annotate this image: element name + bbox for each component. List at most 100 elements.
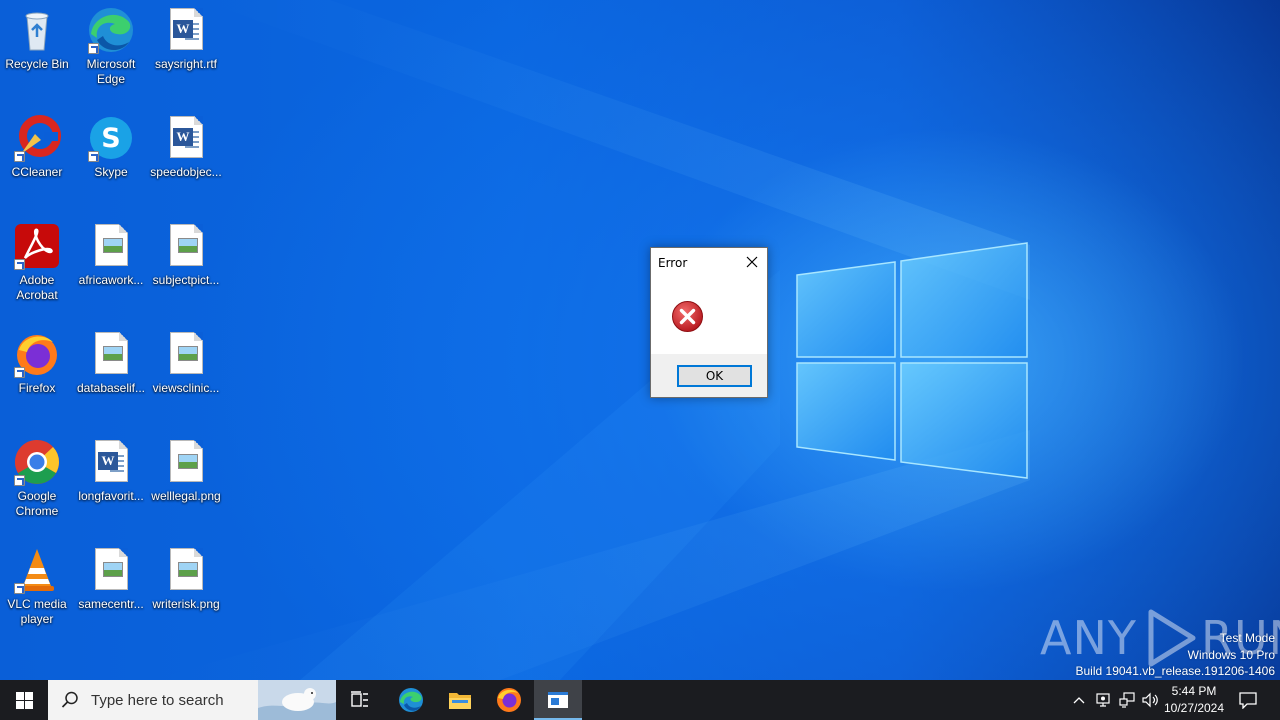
shortcut-arrow-icon xyxy=(14,583,25,594)
search-placeholder: Type here to search xyxy=(91,691,224,709)
desktop-icon-label: CCleaner xyxy=(11,165,63,179)
desktop-icon-africawork[interactable]: africawork... xyxy=(74,222,148,288)
image-file-icon xyxy=(162,222,210,270)
search-box[interactable]: Type here to search xyxy=(48,680,336,720)
test-mode-watermark: Test Mode Windows 10 Pro Build 19041.vb_… xyxy=(1076,630,1276,680)
clock-date: 10/27/2024 xyxy=(1163,701,1225,715)
word-document-icon: W xyxy=(162,114,210,162)
word-document-icon: W xyxy=(87,438,135,486)
image-file-icon xyxy=(87,546,135,594)
desktop-icon-saysright[interactable]: W saysright.rtf xyxy=(149,6,223,72)
search-icon xyxy=(61,691,78,708)
svg-text:S: S xyxy=(101,123,120,154)
show-hidden-icons-button[interactable] xyxy=(1068,680,1090,720)
watermark-line: Windows 10 Pro xyxy=(1187,647,1275,662)
volume-button[interactable] xyxy=(1140,680,1162,720)
shortcut-arrow-icon xyxy=(14,151,25,162)
tray-security-button[interactable] xyxy=(1092,680,1114,720)
taskbar-file-explorer-button[interactable] xyxy=(435,680,484,720)
desktop-icon-label: welllegal.png xyxy=(151,489,221,503)
action-center-button[interactable] xyxy=(1232,680,1264,720)
image-file-icon xyxy=(87,222,135,270)
shortcut-arrow-icon xyxy=(14,475,25,486)
desktop-icon-label: databaselif... xyxy=(76,381,146,395)
application-window-icon xyxy=(548,692,568,708)
desktop: Recycle Bin CCleaner Adobe Acrobat Firef… xyxy=(0,0,1280,680)
desktop-icon-vlc[interactable]: VLC media player xyxy=(0,546,74,627)
acrobat-icon xyxy=(13,222,61,270)
windows-start-icon xyxy=(15,691,33,709)
taskbar-edge-button[interactable] xyxy=(386,680,435,720)
desktop-icon-label: Skype xyxy=(94,165,128,179)
shortcut-arrow-icon xyxy=(88,151,99,162)
shortcut-arrow-icon xyxy=(14,367,25,378)
firefox-icon xyxy=(13,330,61,378)
desktop-icon-firefox[interactable]: Firefox xyxy=(0,330,74,396)
error-icon xyxy=(671,300,704,333)
desktop-icon-label: Microsoft Edge xyxy=(86,57,136,86)
desktop-icon-adobe-acrobat[interactable]: Adobe Acrobat xyxy=(0,222,74,303)
desktop-icon-label: VLC media player xyxy=(7,597,67,626)
desktop-icon-label: viewsclinic... xyxy=(152,381,220,395)
task-view-icon xyxy=(351,691,368,707)
image-file-icon xyxy=(87,330,135,378)
dialog-title: Error xyxy=(658,256,688,270)
edge-icon xyxy=(398,688,423,712)
desktop-icon-samecentr[interactable]: samecentr... xyxy=(74,546,148,612)
clock-time: 5:44 PM xyxy=(1171,684,1217,698)
desktop-icon-welllegal[interactable]: welllegal.png xyxy=(149,438,223,504)
clock[interactable]: 5:44 PM 10/27/2024 xyxy=(1162,683,1226,717)
desktop-icon-ccleaner[interactable]: CCleaner xyxy=(0,114,74,180)
image-file-icon xyxy=(162,438,210,486)
watermark-line: Test Mode xyxy=(1219,631,1275,645)
desktop-icon-label: subjectpict... xyxy=(152,273,220,287)
desktop-icon-label: writerisk.png xyxy=(152,597,220,611)
desktop-icon-skype[interactable]: S Skype xyxy=(74,114,148,180)
chevron-up-icon xyxy=(1073,697,1085,704)
desktop-icon-label: africawork... xyxy=(78,273,144,287)
edge-icon xyxy=(87,6,135,54)
desktop-icon-label: saysright.rtf xyxy=(154,57,217,71)
recycle-bin-icon xyxy=(13,6,61,54)
image-file-icon xyxy=(162,546,210,594)
shortcut-arrow-icon xyxy=(88,43,99,54)
desktop-icon-speedobjec[interactable]: W speedobjec... xyxy=(149,114,223,180)
watermark-line: Build 19041.vb_release.191206-1406 xyxy=(1075,664,1276,678)
word-document-icon: W xyxy=(162,6,210,54)
desktop-icon-recycle-bin[interactable]: Recycle Bin xyxy=(0,6,74,72)
chrome-icon xyxy=(13,438,61,486)
ok-button[interactable]: OK xyxy=(677,365,752,387)
desktop-icon-viewsclinic[interactable]: viewsclinic... xyxy=(149,330,223,396)
desktop-icon-google-chrome[interactable]: Google Chrome xyxy=(0,438,74,519)
desktop-icon-subjectpict[interactable]: subjectpict... xyxy=(149,222,223,288)
vlc-icon xyxy=(13,546,61,594)
desktop-icon-label: samecentr... xyxy=(78,597,144,611)
dialog-footer: OK xyxy=(651,354,767,397)
desktop-icon-longfavorit[interactable]: W longfavorit... xyxy=(74,438,148,504)
desktop-icon-databaselif[interactable]: databaselif... xyxy=(74,330,148,396)
network-icon xyxy=(1119,692,1135,708)
image-file-icon xyxy=(162,330,210,378)
desktop-icon-writerisk[interactable]: writerisk.png xyxy=(149,546,223,612)
close-icon xyxy=(746,256,758,268)
folder-icon xyxy=(448,693,471,709)
desktop-icon-label: speedobjec... xyxy=(150,165,222,179)
search-highlight-image xyxy=(258,680,336,720)
network-button[interactable] xyxy=(1116,680,1138,720)
monitor-icon xyxy=(1096,693,1110,707)
desktop-icon-label: Google Chrome xyxy=(15,489,59,518)
error-dialog: Error OK xyxy=(650,247,768,398)
taskbar-firefox-button[interactable] xyxy=(484,680,533,720)
firefox-icon xyxy=(496,688,521,712)
close-button[interactable] xyxy=(739,252,765,272)
skype-icon: S xyxy=(87,114,135,162)
start-button[interactable] xyxy=(0,680,48,720)
ccleaner-icon xyxy=(13,114,61,162)
desktop-icon-label: longfavorit... xyxy=(78,489,144,503)
task-view-button[interactable] xyxy=(336,680,384,720)
shortcut-arrow-icon xyxy=(14,259,25,270)
taskbar-active-app-button[interactable] xyxy=(534,680,582,720)
desktop-icon-microsoft-edge[interactable]: Microsoft Edge xyxy=(74,6,148,87)
speaker-icon xyxy=(1142,692,1158,708)
desktop-icon-label: Adobe Acrobat xyxy=(16,273,58,302)
